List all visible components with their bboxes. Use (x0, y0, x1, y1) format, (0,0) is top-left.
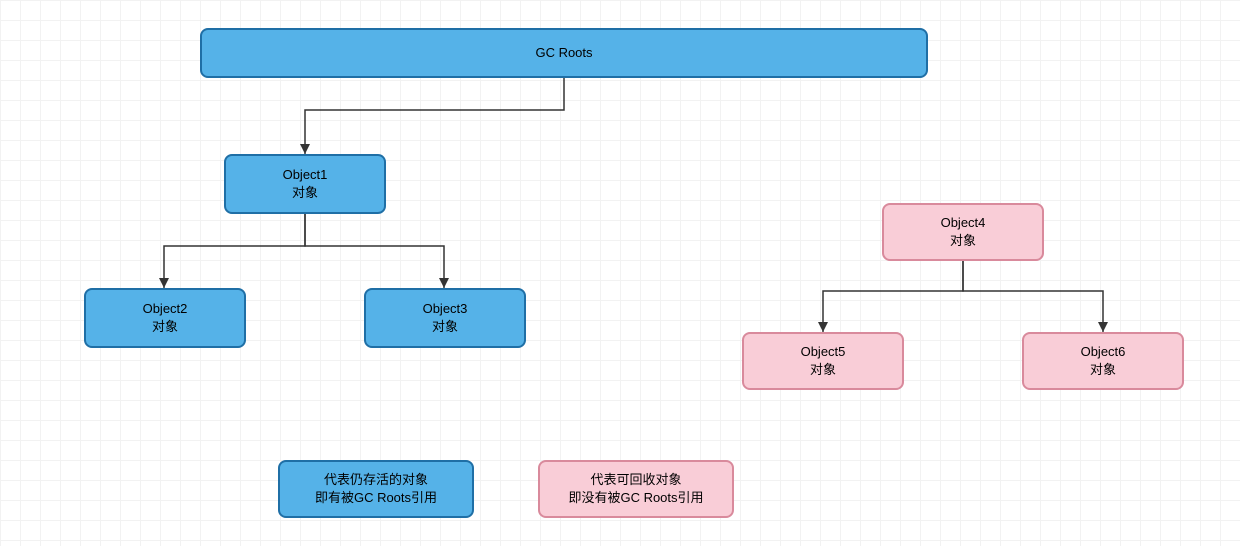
node-object6-subtitle: 对象 (1090, 361, 1116, 379)
node-object3-subtitle: 对象 (432, 318, 458, 336)
node-object3-title: Object3 (423, 300, 468, 318)
node-object6: Object6 对象 (1022, 332, 1184, 390)
legend-collectable-line1: 代表可回收对象 (590, 471, 681, 489)
legend-alive: 代表仍存活的对象 即有被GC Roots引用 (278, 460, 474, 518)
node-object2-title: Object2 (143, 300, 188, 318)
legend-alive-line2: 即有被GC Roots引用 (315, 489, 437, 507)
node-gc-roots: GC Roots (200, 28, 928, 78)
node-object1-title: Object1 (283, 166, 328, 184)
legend-collectable-line2: 即没有被GC Roots引用 (568, 489, 703, 507)
node-object4: Object4 对象 (882, 203, 1044, 261)
node-object2: Object2 对象 (84, 288, 246, 348)
node-object5: Object5 对象 (742, 332, 904, 390)
node-object5-title: Object5 (801, 343, 846, 361)
legend-collectable: 代表可回收对象 即没有被GC Roots引用 (538, 460, 734, 518)
node-object2-subtitle: 对象 (152, 318, 178, 336)
node-object4-title: Object4 (941, 214, 986, 232)
node-object5-subtitle: 对象 (810, 361, 836, 379)
node-object1: Object1 对象 (224, 154, 386, 214)
node-object4-subtitle: 对象 (950, 232, 976, 250)
node-object1-subtitle: 对象 (292, 184, 318, 202)
legend-alive-line1: 代表仍存活的对象 (324, 471, 428, 489)
node-object6-title: Object6 (1081, 343, 1126, 361)
node-gc-roots-label: GC Roots (535, 44, 592, 62)
node-object3: Object3 对象 (364, 288, 526, 348)
